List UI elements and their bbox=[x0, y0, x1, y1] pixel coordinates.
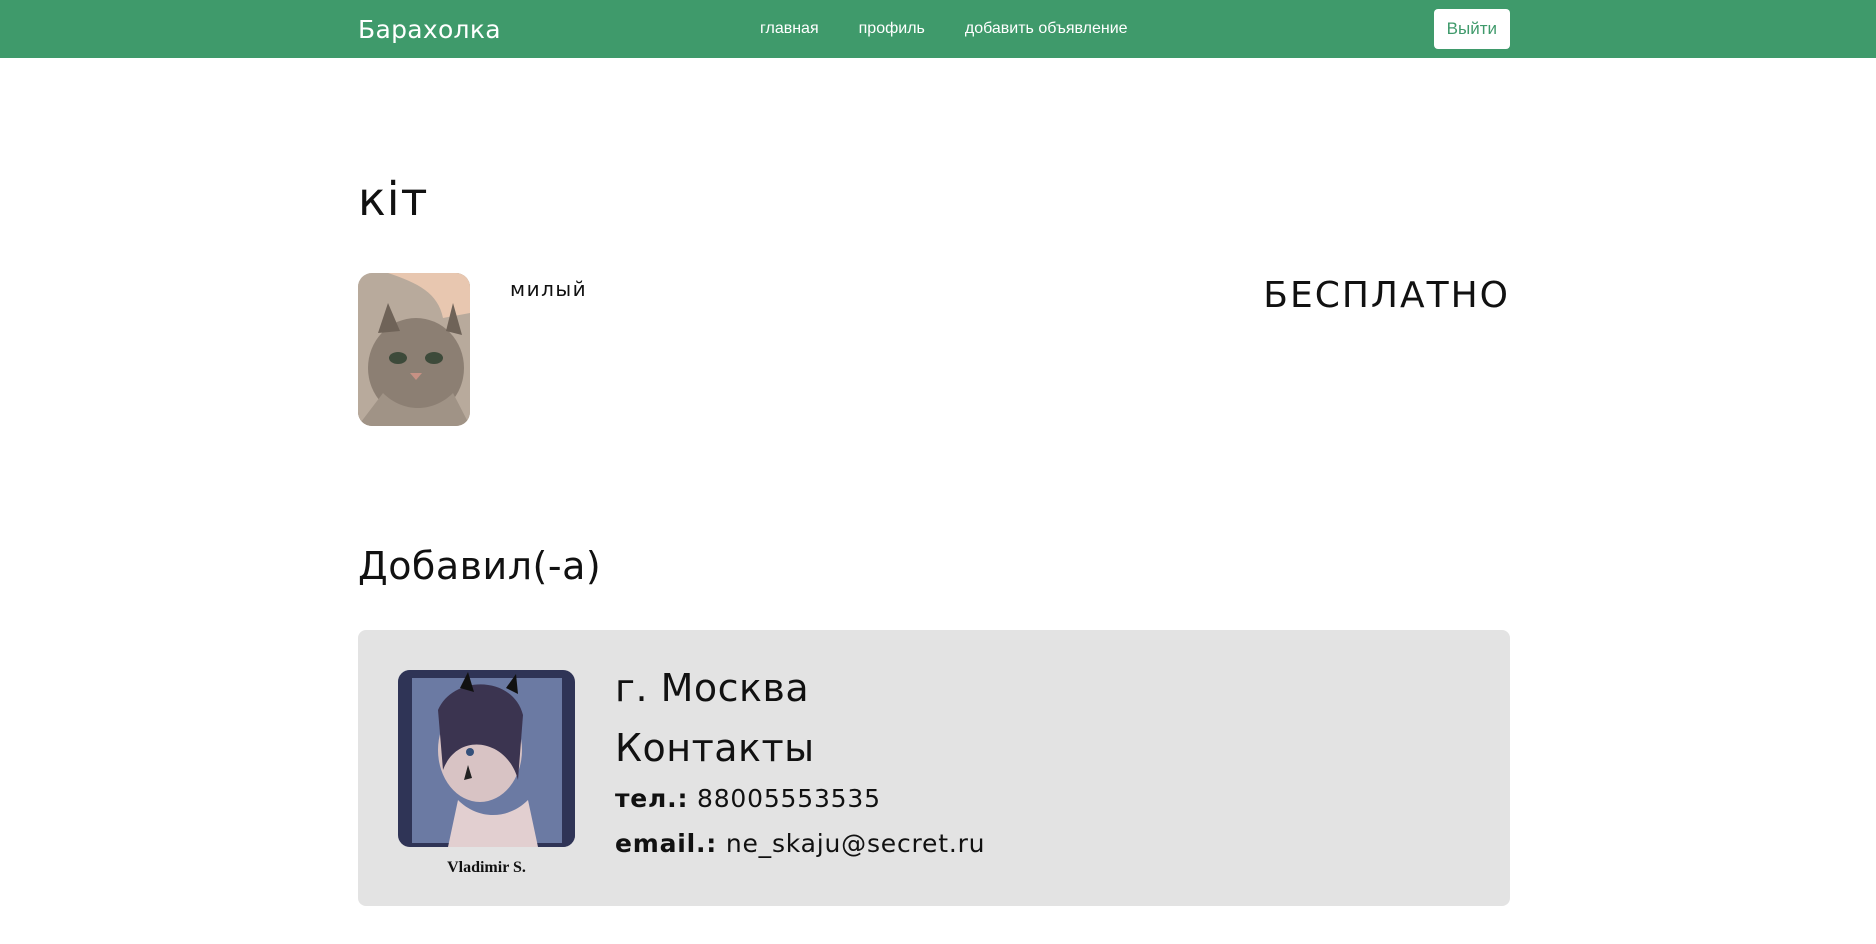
email-label: email.: bbox=[615, 829, 718, 858]
phone-label: тел.: bbox=[615, 784, 689, 813]
navbar-inner: Барахолка главная профиль добавить объяв… bbox=[358, 0, 1510, 58]
phone-value[interactable]: 88005553535 bbox=[697, 784, 881, 813]
item-photo[interactable] bbox=[358, 273, 470, 426]
navbar: Барахолка главная профиль добавить объяв… bbox=[0, 0, 1876, 58]
nav-link-profile[interactable]: профиль bbox=[859, 20, 925, 38]
nav-link-add-listing[interactable]: добавить объявление bbox=[965, 20, 1128, 38]
nav-links: главная профиль добавить объявление bbox=[760, 0, 1128, 58]
seller-card: Vladimir S. г. Москва Контакты тел.: 880… bbox=[358, 630, 1510, 906]
item-title: кіт bbox=[358, 172, 429, 226]
seller-name: Vladimir S. bbox=[447, 859, 526, 876]
cat-photo-image bbox=[358, 273, 470, 426]
nav-link-home[interactable]: главная bbox=[760, 20, 819, 38]
logout-button[interactable]: Выйти bbox=[1433, 9, 1510, 49]
item-price: БЕСПЛАТНО bbox=[1263, 275, 1510, 316]
seller-avatar[interactable] bbox=[398, 670, 575, 847]
seller-info: г. Москва Контакты тел.: 88005553535 ema… bbox=[615, 666, 985, 874]
item-description: милый bbox=[510, 277, 588, 301]
seller-section-title: Добавил(-а) bbox=[358, 544, 602, 588]
email-row: email.: ne_skaju@secret.ru bbox=[615, 829, 985, 858]
phone-row: тел.: 88005553535 bbox=[615, 784, 985, 813]
contacts-title: Контакты bbox=[615, 726, 815, 770]
brand-logo-link[interactable]: Барахолка bbox=[358, 15, 501, 44]
email-value[interactable]: ne_skaju@secret.ru bbox=[726, 829, 985, 858]
seller-city: г. Москва bbox=[615, 666, 810, 710]
seller-avatar-image bbox=[398, 670, 575, 847]
